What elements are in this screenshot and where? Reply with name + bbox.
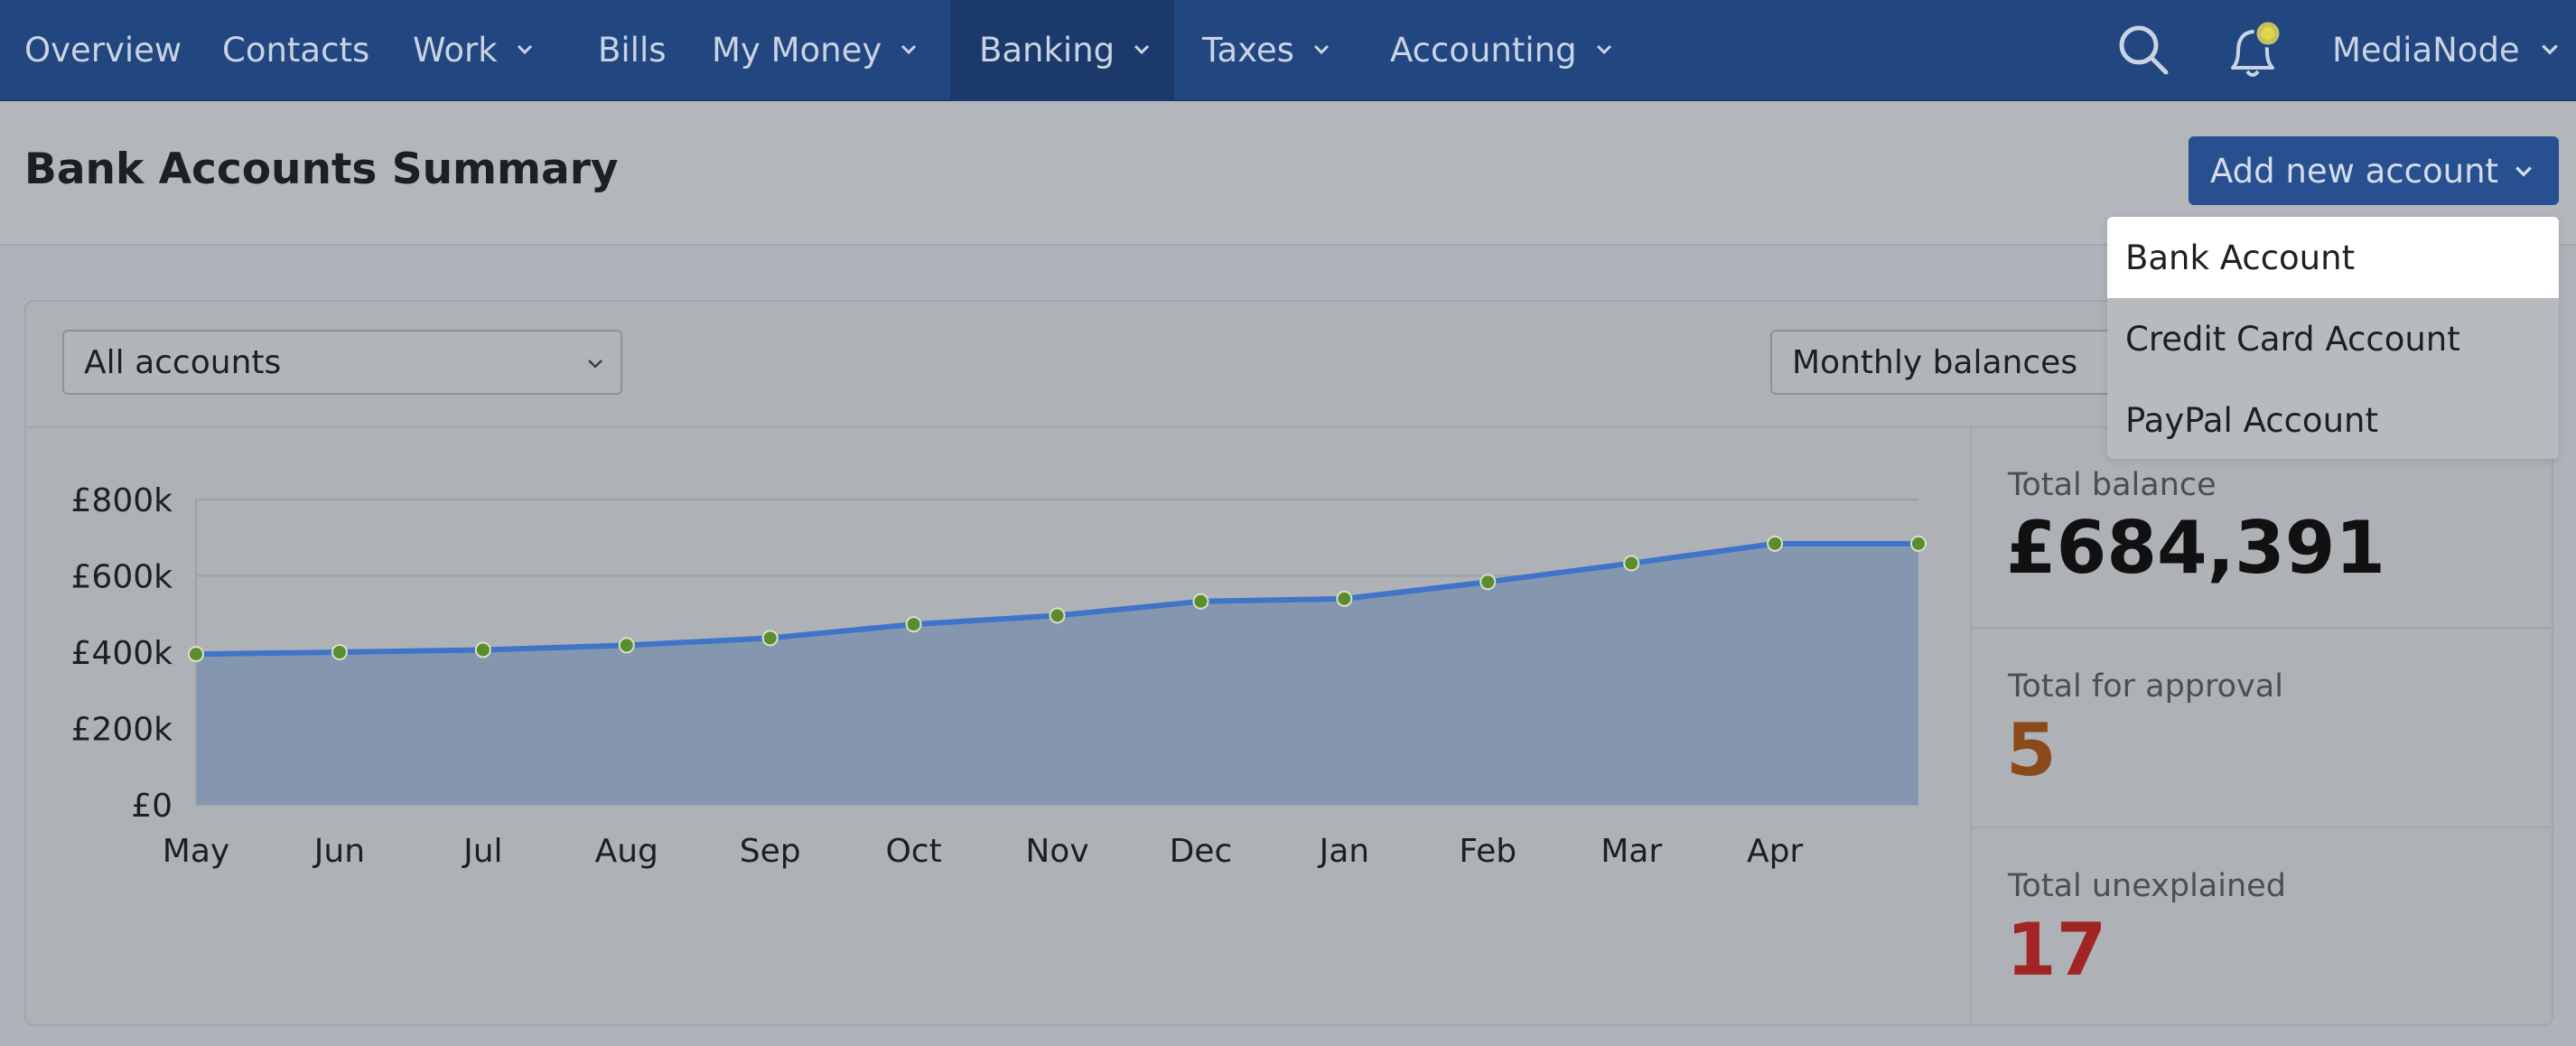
nav-contacts-label: Contacts xyxy=(222,30,370,70)
data-point-marker xyxy=(761,630,779,647)
total-balance-label: Total balance xyxy=(2008,467,2217,503)
chevron-down-icon xyxy=(2541,44,2558,55)
nav-banking-label: Banking xyxy=(979,30,1115,70)
total-unexplained-label: Total unexplained xyxy=(2008,868,2286,904)
x-tick-label: Dec xyxy=(1170,833,1233,870)
view-mode-select[interactable]: Monthly balances xyxy=(1770,330,2150,395)
dropdown-item-credit-card-account[interactable]: Credit Card Account xyxy=(2107,298,2559,379)
chevron-down-icon xyxy=(588,360,602,369)
balance-chart-svg: £0 £200k £400k £600k £800k May Jun Jul Aug Sep Oct… xyxy=(71,482,1927,870)
nav-taxes-label: Taxes xyxy=(1202,30,1294,70)
dropdown-item-paypal-account[interactable]: PayPal Account xyxy=(2107,379,2559,461)
x-tick-label: Jul xyxy=(462,833,502,870)
chevron-down-icon xyxy=(1313,44,1330,55)
organization-menu[interactable]: MediaNode xyxy=(2332,0,2560,99)
y-tick-label: £800k xyxy=(71,482,173,519)
x-tick-label: Nov xyxy=(1025,833,1088,870)
x-tick-label: Oct xyxy=(885,833,941,870)
add-new-account-label: Add new account xyxy=(2210,151,2499,191)
nav-work[interactable]: Work xyxy=(413,0,534,99)
data-point-marker xyxy=(618,637,635,654)
organization-name: MediaNode xyxy=(2332,30,2520,70)
stats-panel: Total balance £684,391 Total for approva… xyxy=(1970,428,2555,1026)
balance-chart: £0 £200k £400k £600k £800k May Jun Jul Aug Sep Oct… xyxy=(26,428,1970,1026)
x-tick-label: Sep xyxy=(740,833,801,870)
dropdown-item-label: Bank Account xyxy=(2125,238,2356,277)
nav-accounting[interactable]: Accounting xyxy=(1390,0,1613,99)
nav-taxes[interactable]: Taxes xyxy=(1202,0,1330,99)
y-tick-label: £200k xyxy=(71,712,173,749)
total-unexplained-stat[interactable]: Total unexplained 17 xyxy=(1972,827,2555,1027)
x-tick-label: Jun xyxy=(313,833,365,870)
balance-area xyxy=(196,543,1918,805)
x-tick-label: May xyxy=(163,833,229,870)
total-for-approval-label: Total for approval xyxy=(2008,668,2283,705)
nav-my-money-label: My Money xyxy=(712,30,882,70)
chevron-down-icon xyxy=(517,44,532,55)
data-point-marker xyxy=(188,646,204,663)
view-mode-value: Monthly balances xyxy=(1792,343,2078,381)
data-point-marker xyxy=(1479,574,1497,591)
account-filter-select[interactable]: All accounts xyxy=(62,330,622,395)
search-icon[interactable] xyxy=(2116,0,2170,99)
total-unexplained-value: 17 xyxy=(2006,908,2107,992)
dropdown-item-label: Credit Card Account xyxy=(2125,319,2460,359)
add-account-dropdown: Bank Account Credit Card Account PayPal … xyxy=(2107,217,2559,459)
chevron-down-icon xyxy=(2515,166,2532,177)
x-tick-label: Aug xyxy=(595,833,658,870)
dropdown-item-label: PayPal Account xyxy=(2125,400,2378,440)
account-filter-value: All accounts xyxy=(84,343,282,381)
page-title: Bank Accounts Summary xyxy=(24,145,619,194)
nav-my-money[interactable]: My Money xyxy=(712,0,918,99)
data-point-marker xyxy=(474,641,491,658)
total-for-approval-stat[interactable]: Total for approval 5 xyxy=(1972,627,2555,827)
data-point-marker xyxy=(1336,590,1353,607)
nav-overview[interactable]: Overview xyxy=(24,0,182,99)
data-point-marker xyxy=(1623,555,1640,572)
data-point-marker xyxy=(905,616,922,633)
nav-overview-label: Overview xyxy=(24,30,182,70)
chevron-down-icon xyxy=(1596,44,1611,55)
total-for-approval-value: 5 xyxy=(2006,708,2057,792)
y-tick-label: £400k xyxy=(71,635,173,672)
nav-bills-label: Bills xyxy=(598,30,667,70)
y-tick-label: £600k xyxy=(71,559,173,596)
x-tick-label: Jan xyxy=(1318,833,1370,870)
nav-accounting-label: Accounting xyxy=(1390,30,1577,70)
data-point-marker xyxy=(1049,607,1066,624)
dropdown-item-bank-account[interactable]: Bank Account xyxy=(2107,217,2559,298)
x-tick-label: Mar xyxy=(1601,833,1662,870)
bell-icon[interactable] xyxy=(2220,0,2292,99)
x-tick-label: Apr xyxy=(1747,833,1803,870)
chevron-down-icon xyxy=(901,44,917,55)
x-tick-label: Feb xyxy=(1459,833,1517,870)
add-new-account-button[interactable]: Add new account xyxy=(2189,136,2559,205)
data-point-marker xyxy=(1192,593,1209,610)
total-balance-value: £684,391 xyxy=(2006,506,2386,590)
data-point-marker xyxy=(1767,535,1784,552)
nav-bills[interactable]: Bills xyxy=(598,0,667,99)
data-point-marker xyxy=(1910,535,1927,552)
nav-banking[interactable]: Banking xyxy=(950,0,1174,99)
data-point-marker xyxy=(331,644,348,660)
top-navigation-bar: Overview Contacts Work Bills My Money Ba… xyxy=(0,0,2576,101)
y-tick-label: £0 xyxy=(131,788,173,825)
nav-contacts[interactable]: Contacts xyxy=(222,0,369,99)
chevron-down-icon xyxy=(1134,44,1150,55)
nav-work-label: Work xyxy=(413,30,498,70)
